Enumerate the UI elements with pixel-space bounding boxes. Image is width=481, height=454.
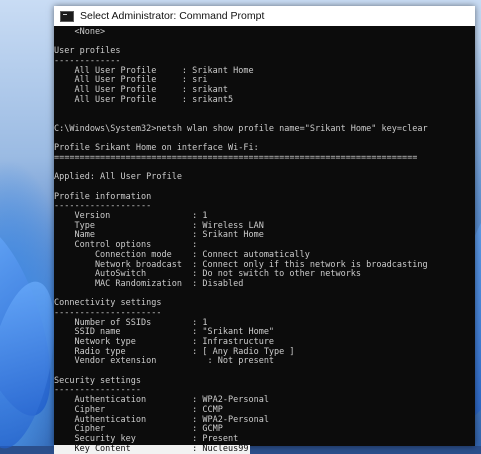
console-app-icon — [60, 10, 74, 22]
window-titlebar[interactable]: Select Administrator: Command Prompt — [54, 6, 475, 26]
console-line: Applied: All User Profile — [54, 172, 182, 183]
console-line: Vendor extension : Not present — [54, 356, 275, 367]
window-title: Select Administrator: Command Prompt — [80, 10, 265, 22]
console-line: All User Profile : srikant5 — [54, 94, 234, 105]
console-output[interactable]: <None> User profiles ------------- All Use… — [54, 26, 475, 454]
console-line: <None> — [54, 27, 106, 37]
console-line: ========================================… — [54, 152, 418, 163]
command-prompt-window[interactable]: Select Administrator: Command Prompt <No… — [54, 6, 475, 454]
console-line: C:\Windows\System32>netsh wlan show prof… — [54, 123, 428, 134]
console-line: MAC Randomization : Disabled — [54, 278, 244, 289]
